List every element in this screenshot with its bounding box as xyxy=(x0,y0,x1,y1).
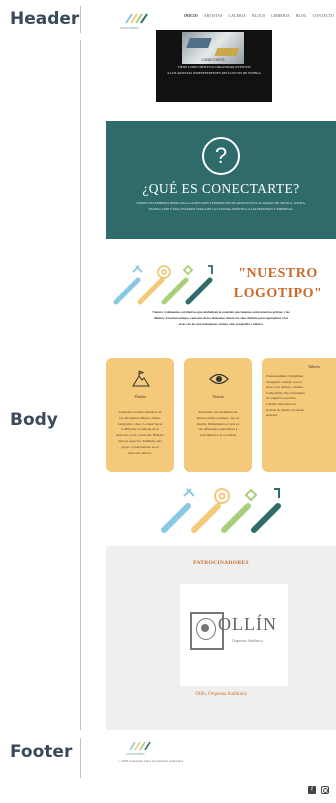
about-text-2: TEATRO, CINE Y MAS. ESTAMOS CERCA DE LA … xyxy=(148,207,294,211)
hero-banner: CONECTARTE xyxy=(182,32,244,64)
logo-graphic xyxy=(110,262,216,308)
card-mision-title: Visión xyxy=(134,394,146,399)
facebook-icon[interactable]: f xyxy=(308,786,316,794)
logo-graphic-large xyxy=(156,486,286,536)
eye-icon xyxy=(209,372,229,391)
header-bracket xyxy=(80,6,81,33)
site-logo-text: conectarte xyxy=(120,25,139,30)
question-icon: ? xyxy=(202,137,240,175)
hero-caption-2: A LOS ARTISTAS INDEPENDIENTES RECLUSIVOS… xyxy=(167,71,261,75)
about-section: ? ¿QUÉ ES CONECTARTE? SOMOS UNA EMPRESA … xyxy=(106,121,336,239)
card-valores: Valores Profesionalismo: Cumplimos entreg… xyxy=(262,358,336,472)
nav-item-inicio[interactable]: INICIO xyxy=(184,14,198,18)
nav-item-blog[interactable]: BLOG xyxy=(296,14,307,18)
body-bracket xyxy=(80,40,81,730)
card-mision-text: Gestionar eventos artísticos en las disci… xyxy=(116,410,164,455)
hero-caption-1: TIENE COMO OBJETIVO ORGANIZAR EVENTOS xyxy=(177,65,251,69)
card-vision-title: Visión xyxy=(212,394,224,399)
about-text-1: SOMOS UNA EMPRESA DEDICADA A LA DIFUSIÓN… xyxy=(136,201,306,205)
footer-bracket xyxy=(80,738,81,778)
card-valores-title: Valores xyxy=(308,364,320,369)
mountain-flag-icon xyxy=(132,370,150,393)
footer-logo-text: conectarte xyxy=(126,751,145,756)
sponsors-section: PATROCINADORES OLLÍN Orquesta Sinfónica … xyxy=(106,546,336,730)
nav-item-libreria[interactable]: LIBRERIA xyxy=(271,14,290,18)
logo-title-2: LOGOTIPO" xyxy=(233,286,323,301)
logo-desc-2: clientes. Al mismo tiempo, cada uno de l… xyxy=(153,316,289,320)
nav-item-contacto[interactable]: CONTACTO xyxy=(313,14,334,18)
nav-item-blogs[interactable]: BLOGS xyxy=(252,14,265,18)
sponsor-caption: Ollín, Orquesta Sinfónica xyxy=(195,692,247,697)
card-vision: Visión Tan buena con diseñados de puesta … xyxy=(184,358,252,472)
main-nav: INICIO ARTISTAS GALERIA BLOGS LIBRERIA B… xyxy=(184,14,334,18)
card-vision-text: Tan buena con diseñados de puesta artísti… xyxy=(196,410,240,438)
nav-item-artistas[interactable]: ARTISTAS xyxy=(204,14,223,18)
sponsors-heading: PATROCINADORES xyxy=(193,560,249,566)
hero-banner-text: CONECTARTE xyxy=(201,58,225,62)
body-label: Body xyxy=(10,410,58,430)
footer-label: Footer xyxy=(10,742,73,762)
card-mision: Visión Gestionar eventos artísticos en la… xyxy=(106,358,174,472)
logo-desc-3: artes con las que trabajamos: danza, cin… xyxy=(178,322,264,326)
logo-desc-1: Nuestro 4 elementos correlativos que sim… xyxy=(152,310,290,314)
hero-video[interactable]: CONECTARTE TIENE COMO OBJETIVO ORGANIZAR… xyxy=(156,30,272,102)
sponsor-card[interactable]: OLLÍN Orquesta Sinfónica xyxy=(180,584,288,686)
logo-title-1: "NUESTRO xyxy=(238,266,318,281)
header-label: Header xyxy=(10,9,80,29)
nav-item-galeria[interactable]: GALERIA xyxy=(229,14,247,18)
footer-copyright: © 2018 Conectarte todos los derechos res… xyxy=(118,759,184,763)
webpage-mockup: conectarte INICIO ARTISTAS GALERIA BLOGS… xyxy=(100,0,336,803)
site-logo[interactable]: conectarte xyxy=(118,8,152,32)
sponsor-name: OLLÍN xyxy=(218,614,277,634)
footer-logo[interactable]: conectarte xyxy=(122,738,162,758)
about-title: ¿QUÉ ES CONECTARTE? xyxy=(142,181,300,196)
instagram-icon[interactable] xyxy=(321,786,329,794)
sponsor-subtitle: Orquesta Sinfónica xyxy=(232,638,263,643)
card-valores-text: Profesionalismo: Cumplimos entregando a t… xyxy=(266,374,305,418)
